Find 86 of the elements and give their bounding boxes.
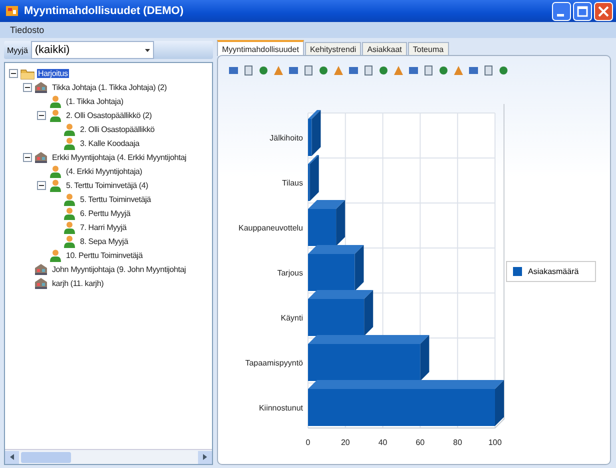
tab[interactable]: Asiakkaat: [362, 42, 407, 56]
tree-item[interactable]: (4. Erkki Myyntijohtaja): [65, 166, 144, 176]
collapse-toggle-icon[interactable]: [9, 68, 18, 78]
axis-tick-label: 0: [306, 438, 310, 447]
category-label: Käynti: [280, 314, 303, 322]
filter-label: Myyjä: [7, 46, 28, 54]
collapse-toggle-icon[interactable]: [37, 110, 46, 120]
menu-item[interactable]: Tiedosto: [10, 25, 44, 35]
person-icon: [62, 122, 77, 136]
toolbar-icon[interactable]: [453, 65, 464, 76]
collapse-toggle-icon[interactable]: [37, 180, 46, 190]
category-label: Tilaus: [282, 178, 303, 188]
building-icon: [34, 276, 49, 290]
tree-item[interactable]: (1. Tikka Johtaja): [65, 96, 124, 106]
category-label: Kiinnostunut: [258, 404, 303, 412]
dropdown-arrow-icon: [144, 48, 150, 52]
seller-dropdown[interactable]: (kaikki): [30, 41, 154, 59]
category-label: Tarjous: [277, 268, 303, 278]
tree-item[interactable]: Erkki Myyntijohtaja (4. Erkki Myyntijohtaj: [51, 152, 188, 162]
person-icon: [48, 164, 63, 178]
toolbar-icon[interactable]: [273, 65, 284, 76]
toolbar-icon[interactable]: [423, 65, 434, 76]
tree-item[interactable]: 2. Olli Osastopäällikkö: [79, 124, 156, 134]
maximize-button[interactable]: [573, 2, 592, 20]
building-icon: [34, 150, 49, 164]
toolbar-icon[interactable]: [243, 65, 254, 76]
axis-tick-label: 80: [453, 438, 462, 447]
toolbar-icon[interactable]: [438, 65, 449, 76]
category-label: Jälkihoito: [270, 134, 303, 142]
horizontal-scrollbar[interactable]: [5, 449, 212, 464]
window-icon: [5, 4, 19, 18]
toolbar-icon[interactable]: [468, 65, 479, 76]
axis-tick-label: 20: [340, 438, 350, 447]
person-icon: [62, 192, 77, 206]
person-icon: [62, 136, 77, 150]
person-icon: [62, 220, 77, 234]
tree-item[interactable]: 2. Olli Osastopäällikkö (2): [65, 110, 153, 120]
scroll-left-icon[interactable]: [10, 454, 14, 460]
person-icon: [62, 206, 77, 220]
person-icon: [48, 178, 63, 192]
collapse-toggle-icon[interactable]: [23, 82, 32, 92]
tree-item[interactable]: 10. Perttu Toiminvetäjä: [65, 250, 144, 260]
person-icon: [62, 234, 77, 248]
person-icon: [48, 94, 63, 108]
toolbar-icon[interactable]: [378, 65, 389, 76]
tab[interactable]: Toteuma: [408, 42, 449, 56]
tree-item[interactable]: 3. Kalle Koodaaja: [79, 138, 140, 148]
toolbar-icon[interactable]: [408, 65, 419, 76]
tree-item[interactable]: karjh (11. karjh): [51, 278, 105, 288]
tree-item[interactable]: 6. Perttu Myyjä: [79, 208, 132, 218]
folder-icon: [20, 66, 35, 80]
category-label: Kauppaneuvottelu: [238, 224, 303, 232]
building-icon: [34, 80, 49, 94]
toolbar-icon[interactable]: [393, 65, 404, 76]
minimize-button[interactable]: [552, 2, 571, 20]
person-icon: [48, 248, 63, 262]
building-icon: [34, 262, 49, 276]
scroll-right-icon[interactable]: [203, 454, 207, 460]
tree-item[interactable]: John Myyntijohtaja (9. John Myyntijohtaj: [51, 264, 187, 274]
toolbar-icon[interactable]: [228, 65, 239, 76]
close-button[interactable]: [594, 2, 613, 20]
axis-tick-label: 60: [416, 438, 425, 447]
axis-tick-label: 100: [488, 438, 502, 447]
tree-item[interactable]: 5. Terttu Toiminvetäjä: [79, 194, 152, 204]
toolbar-icon[interactable]: [318, 65, 329, 76]
toolbar-icon[interactable]: [288, 65, 299, 76]
toolbar-icon[interactable]: [498, 65, 509, 76]
tree-item[interactable]: Tikka Johtaja (1. Tikka Johtaja) (2): [51, 82, 168, 92]
tree-item[interactable]: 8. Sepa Myyjä: [79, 236, 130, 246]
toolbar-icon[interactable]: [483, 65, 494, 76]
tree-item[interactable]: 5. Terttu Toiminvetäjä (4): [65, 180, 150, 190]
toolbar-icon[interactable]: [348, 65, 359, 76]
legend-label: Asiakasmäärä: [528, 267, 579, 276]
tree-item[interactable]: Harjoitus: [37, 68, 69, 78]
person-icon: [48, 108, 63, 122]
tab[interactable]: Kehitystrendi: [304, 42, 362, 56]
toolbar-icon[interactable]: [363, 65, 374, 76]
toolbar-icon[interactable]: [258, 65, 269, 76]
tree-item[interactable]: 7. Harri Myyjä: [79, 222, 128, 232]
collapse-toggle-icon[interactable]: [23, 152, 32, 162]
tab[interactable]: Myyntimahdollisuudet: [217, 40, 304, 56]
toolbar-icon[interactable]: [333, 65, 344, 76]
window-title: Myyntimahdollisuudet (DEMO): [24, 5, 184, 17]
toolbar-icon[interactable]: [303, 65, 314, 76]
axis-tick-label: 40: [378, 438, 388, 447]
category-label: Tapaamispyyntö: [245, 358, 303, 368]
